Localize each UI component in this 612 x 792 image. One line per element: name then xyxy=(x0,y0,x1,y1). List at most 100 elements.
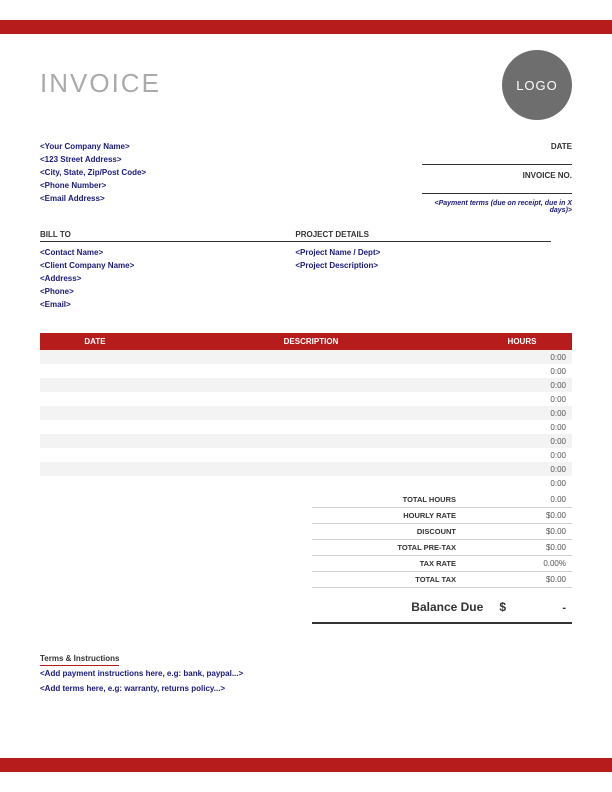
cell-description[interactable] xyxy=(150,434,472,448)
totals-block: TOTAL HOURS 0.00 HOURLY RATE $0.00 DISCO… xyxy=(312,492,572,624)
col-header-date: DATE xyxy=(40,333,150,350)
invoice-no-label: INVOICE NO. xyxy=(422,169,572,182)
company-block: <Your Company Name> <123 Street Address>… xyxy=(40,140,333,214)
header-row: INVOICE LOGO xyxy=(40,50,572,130)
cell-date[interactable] xyxy=(40,448,150,462)
cell-description[interactable] xyxy=(150,350,472,364)
billto-project-row: BILL TO <Contact Name> <Client Company N… xyxy=(40,230,572,311)
cell-hours[interactable]: 0:00 xyxy=(472,406,572,420)
project-description[interactable]: <Project Description> xyxy=(295,259,550,272)
table-row: 0:00 xyxy=(40,364,572,378)
date-field[interactable] xyxy=(422,153,572,165)
terms-text[interactable]: <Add terms here, e.g: warranty, returns … xyxy=(40,681,572,696)
cell-date[interactable] xyxy=(40,364,150,378)
cell-description[interactable] xyxy=(150,476,472,490)
cell-description[interactable] xyxy=(150,462,472,476)
label-total-tax: TOTAL TAX xyxy=(318,575,496,584)
label-total-pretax: TOTAL PRE-TAX xyxy=(318,543,496,552)
cell-hours[interactable]: 0:00 xyxy=(472,420,572,434)
bill-to-contact[interactable]: <Contact Name> xyxy=(40,246,295,259)
line-items-table: DATE DESCRIPTION HOURS 0:000:000:000:000… xyxy=(40,333,572,490)
bill-to-company[interactable]: <Client Company Name> xyxy=(40,259,295,272)
col-header-hours: HOURS xyxy=(472,333,572,350)
company-phone[interactable]: <Phone Number> xyxy=(40,179,333,192)
table-row: 0:00 xyxy=(40,434,572,448)
cell-date[interactable] xyxy=(40,350,150,364)
value-total-pretax: $0.00 xyxy=(496,543,566,552)
cell-hours[interactable]: 0:00 xyxy=(472,476,572,490)
table-row: 0:00 xyxy=(40,392,572,406)
cell-date[interactable] xyxy=(40,462,150,476)
row-total-hours: TOTAL HOURS 0.00 xyxy=(312,492,572,508)
bill-to-section: BILL TO <Contact Name> <Client Company N… xyxy=(40,230,295,311)
value-total-tax: $0.00 xyxy=(496,575,566,584)
terms-section: Terms & Instructions <Add payment instru… xyxy=(40,654,572,696)
cell-description[interactable] xyxy=(150,392,472,406)
col-header-description: DESCRIPTION xyxy=(150,333,472,350)
value-balance-due: - xyxy=(536,602,566,614)
cell-date[interactable] xyxy=(40,406,150,420)
table-row: 0:00 xyxy=(40,462,572,476)
cell-date[interactable] xyxy=(40,392,150,406)
table-row: 0:00 xyxy=(40,406,572,420)
row-total-tax: TOTAL TAX $0.00 xyxy=(312,572,572,588)
date-label: DATE xyxy=(422,140,572,153)
value-tax-rate[interactable]: 0.00% xyxy=(496,559,566,568)
info-row: <Your Company Name> <123 Street Address>… xyxy=(40,140,572,214)
table-row: 0:00 xyxy=(40,420,572,434)
value-discount[interactable]: $0.00 xyxy=(496,527,566,536)
label-balance-due: Balance Due xyxy=(318,600,499,614)
cell-hours[interactable]: 0:00 xyxy=(472,392,572,406)
cell-hours[interactable]: 0:00 xyxy=(472,364,572,378)
value-hourly-rate[interactable]: $0.00 xyxy=(496,511,566,520)
project-name[interactable]: <Project Name / Dept> xyxy=(295,246,550,259)
cell-date[interactable] xyxy=(40,476,150,490)
cell-description[interactable] xyxy=(150,420,472,434)
row-discount: DISCOUNT $0.00 xyxy=(312,524,572,540)
meta-block: DATE INVOICE NO. <Payment terms (due on … xyxy=(422,140,572,214)
row-tax-rate: TAX RATE 0.00% xyxy=(312,556,572,572)
header-accent-bar xyxy=(0,20,612,34)
company-address1[interactable]: <123 Street Address> xyxy=(40,153,333,166)
logo-placeholder: LOGO xyxy=(502,50,572,120)
company-address2[interactable]: <City, State, Zip/Post Code> xyxy=(40,166,333,179)
terms-header: Terms & Instructions xyxy=(40,654,119,666)
value-total-hours: 0.00 xyxy=(496,495,566,504)
row-hourly-rate: HOURLY RATE $0.00 xyxy=(312,508,572,524)
cell-description[interactable] xyxy=(150,448,472,462)
label-discount: DISCOUNT xyxy=(318,527,496,536)
invoice-no-field[interactable] xyxy=(422,182,572,194)
table-row: 0:00 xyxy=(40,378,572,392)
cell-hours[interactable]: 0:00 xyxy=(472,462,572,476)
payment-instructions[interactable]: <Add payment instructions here, e.g: ban… xyxy=(40,666,572,681)
cell-hours[interactable]: 0:00 xyxy=(472,448,572,462)
table-row: 0:00 xyxy=(40,448,572,462)
cell-hours[interactable]: 0:00 xyxy=(472,434,572,448)
bill-to-header: BILL TO xyxy=(40,230,295,242)
row-balance-due: Balance Due $ - xyxy=(312,592,572,624)
bill-to-phone[interactable]: <Phone> xyxy=(40,285,295,298)
table-row: 0:00 xyxy=(40,350,572,364)
cell-date[interactable] xyxy=(40,420,150,434)
cell-date[interactable] xyxy=(40,434,150,448)
row-total-pretax: TOTAL PRE-TAX $0.00 xyxy=(312,540,572,556)
cell-date[interactable] xyxy=(40,378,150,392)
cell-description[interactable] xyxy=(150,364,472,378)
label-hourly-rate: HOURLY RATE xyxy=(318,511,496,520)
page-title: INVOICE xyxy=(40,50,161,99)
label-tax-rate: TAX RATE xyxy=(318,559,496,568)
currency-balance-due: $ xyxy=(499,600,536,614)
bill-to-email[interactable]: <Email> xyxy=(40,298,295,311)
cell-hours[interactable]: 0:00 xyxy=(472,350,572,364)
company-name[interactable]: <Your Company Name> xyxy=(40,140,333,153)
cell-hours[interactable]: 0:00 xyxy=(472,378,572,392)
cell-description[interactable] xyxy=(150,406,472,420)
bill-to-address[interactable]: <Address> xyxy=(40,272,295,285)
payment-terms[interactable]: <Payment terms (due on receipt, due in X… xyxy=(422,200,572,214)
table-row: 0:00 xyxy=(40,476,572,490)
company-email[interactable]: <Email Address> xyxy=(40,192,333,205)
cell-description[interactable] xyxy=(150,378,472,392)
project-section: PROJECT DETAILS <Project Name / Dept> <P… xyxy=(295,230,550,311)
invoice-content: INVOICE LOGO <Your Company Name> <123 St… xyxy=(40,50,572,742)
footer-accent-bar xyxy=(0,758,612,772)
